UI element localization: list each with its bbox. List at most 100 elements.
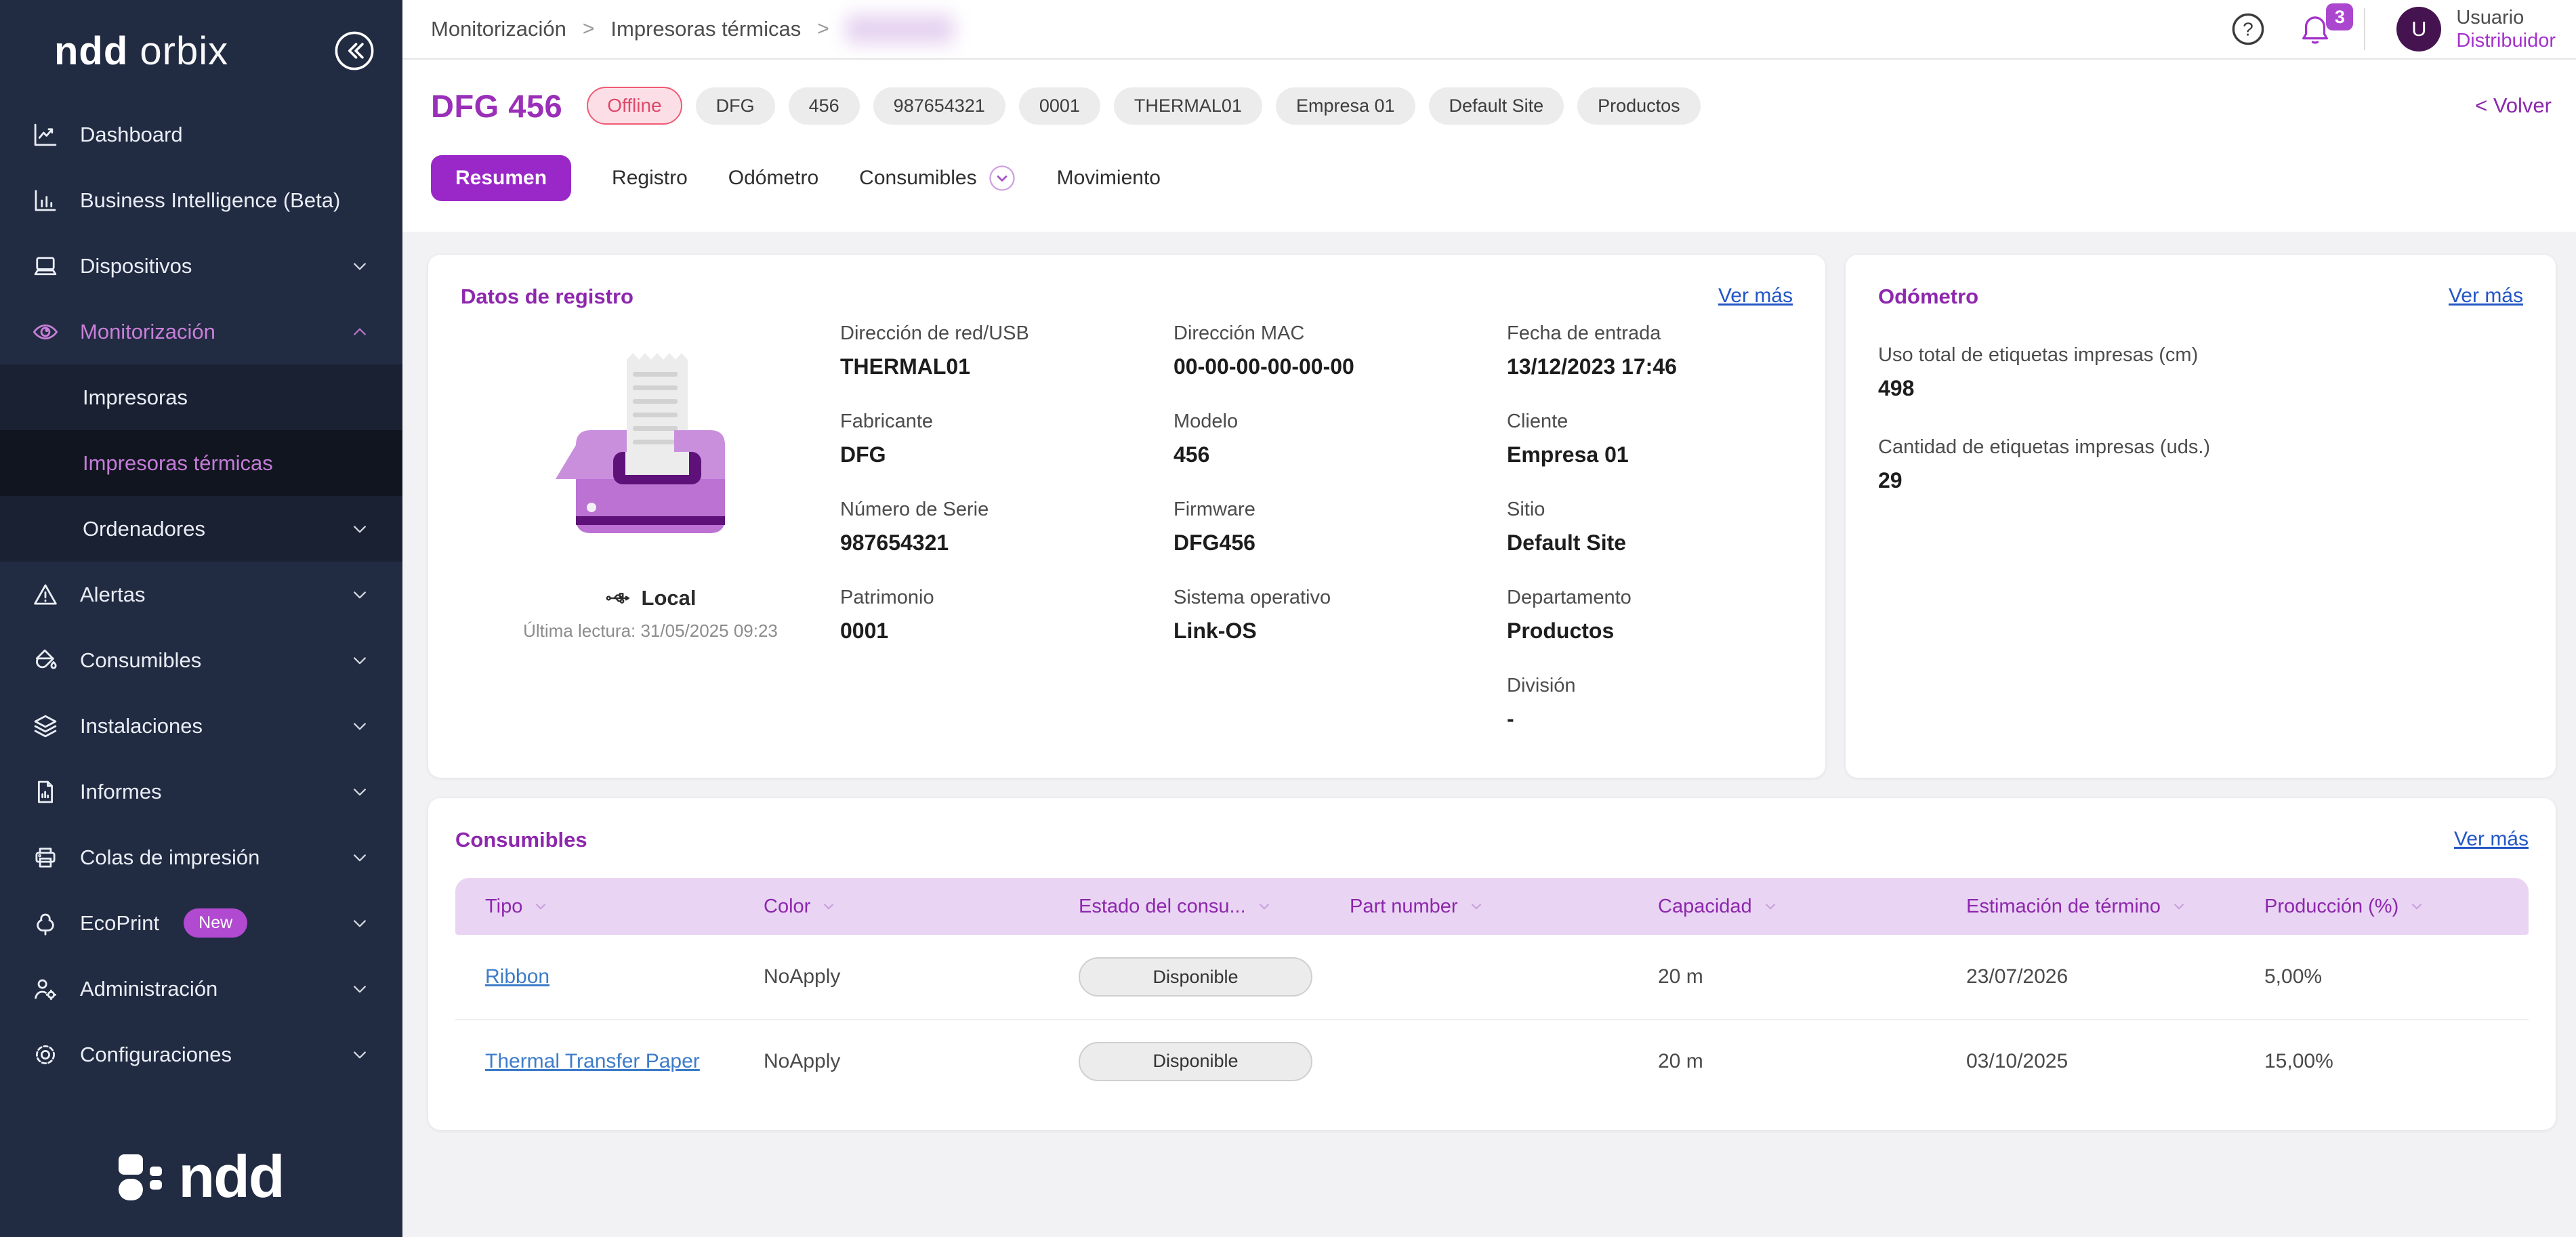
connection-row: Local [605,585,697,611]
field-value: DFG [840,442,886,467]
sort-chevron-icon [820,898,837,915]
cell-color: NoApply [764,965,841,988]
cell-capacidad: 20 m [1658,965,1703,988]
help-button[interactable]: ? [2230,11,2266,47]
card-title: Odómetro [1878,285,1979,308]
sidebar-item-dispositivos[interactable]: Dispositivos [0,233,402,299]
topbar-divider [2364,8,2366,50]
device-header: DFG 456 Offline DFG 456 987654321 0001 T… [402,60,2576,232]
chevron-down-icon [348,518,371,541]
field-sistema-operativo: Sistema operativo Link-OS [1173,587,1459,644]
column-header-estado[interactable]: Estado del consu... [1079,896,1350,918]
registro-ver-mas-link[interactable]: Ver más [1718,285,1793,308]
sidebar-item-instalaciones[interactable]: Instalaciones [0,693,402,759]
column-header-produccion[interactable]: Producción (%) [2264,896,2529,918]
sidebar-footer-logo: ndd [0,1142,402,1211]
cell-estimacion: 23/07/2026 [1966,965,2069,988]
user-role: Distribuidor [2456,30,2556,51]
dashboard-icon [31,121,60,149]
tab-odometro[interactable]: Odómetro [728,156,818,201]
field-value: DFG456 [1173,530,1255,555]
field-value: 0001 [840,618,889,643]
field-uso-total: Uso total de etiquetas impresas (cm) 498 [1878,344,2523,401]
field-value: 13/12/2023 17:46 [1507,354,1677,379]
field-departamento: Departamento Productos [1507,587,1793,644]
sidebar-item-administracion[interactable]: Administración [0,956,402,1022]
registro-column-3: Fecha de entrada 13/12/2023 17:46 Client… [1507,322,1793,763]
laptop-icon [31,252,60,280]
sort-chevron-icon [2170,898,2188,915]
logo-light: orbix [140,28,229,73]
consumible-link-ribbon[interactable]: Ribbon [485,965,549,988]
last-read-timestamp: Última lectura: 31/05/2025 09:23 [523,621,778,641]
breadcrumb-impresoras-termicas[interactable]: Impresoras térmicas [610,17,801,41]
sidebar-item-business-intelligence[interactable]: Business Intelligence (Beta) [0,167,402,233]
sidebar-collapse-button[interactable] [333,30,375,72]
sidebar-item-configuraciones[interactable]: Configuraciones [0,1022,402,1087]
sidebar-item-impresoras-termicas[interactable]: Impresoras térmicas [0,430,402,496]
volver-link[interactable]: < Volver [2475,93,2552,118]
breadcrumb-monitorizacion[interactable]: Monitorización [431,17,566,41]
field-mac: Dirección MAC 00-00-00-00-00-00 [1173,322,1459,379]
sidebar-item-impresoras[interactable]: Impresoras [0,364,402,430]
tab-dropdown-icon[interactable] [988,164,1016,192]
chevron-down-icon [348,978,371,1001]
logo-bold: ndd [54,28,129,73]
notifications-button[interactable]: 3 [2298,3,2354,48]
field-label: Departamento [1507,587,1632,608]
field-label: Número de Serie [840,499,989,520]
sidebar-item-dashboard[interactable]: Dashboard [0,102,402,167]
breadcrumb-separator: > [817,18,829,40]
sidebar-nav: Dashboard Business Intelligence (Beta) D… [0,102,402,1087]
column-header-estimacion[interactable]: Estimación de término [1966,896,2264,918]
device-tags: DFG 456 987654321 0001 THERMAL01 Empresa… [695,87,1701,125]
field-label: Fabricante [840,411,934,432]
sidebar-item-label: Business Intelligence (Beta) [80,188,341,212]
sidebar-item-ordenadores[interactable]: Ordenadores [0,496,402,562]
tag-cliente: Empresa 01 [1275,87,1415,125]
svg-text:?: ? [2243,18,2254,39]
avatar: U [2396,7,2442,51]
field-label: Cliente [1507,411,1569,432]
collapse-chevrons-icon [335,31,374,70]
estado-badge-disponible: Disponible [1079,957,1312,997]
user-menu[interactable]: U Usuario Distribuidor [2396,6,2556,52]
gear-icon [31,1041,60,1069]
field-label: Firmware [1173,499,1255,520]
sidebar-item-monitorizacion[interactable]: Monitorización [0,299,402,364]
column-header-capacidad[interactable]: Capacidad [1658,896,1966,918]
consumibles-ver-mas-link[interactable]: Ver más [2454,828,2529,851]
tab-consumibles[interactable]: Consumibles [859,153,1016,203]
chevron-up-icon [348,320,371,343]
sort-chevron-icon [2408,898,2426,915]
tab-resumen[interactable]: Resumen [431,155,572,201]
consumible-link-thermal-paper[interactable]: Thermal Transfer Paper [485,1050,700,1072]
sort-chevron-icon [1762,898,1779,915]
question-mark-icon: ? [2232,13,2264,45]
field-value: 498 [1878,376,1915,400]
odometro-ver-mas-link[interactable]: Ver más [2449,285,2523,308]
sidebar-item-alertas[interactable]: Alertas [0,562,402,627]
sidebar-item-label: Administración [80,976,218,1001]
layers-icon [31,712,60,740]
table-row: Thermal Transfer Paper NoApply Disponibl… [455,1019,2529,1103]
field-label: División [1507,675,1576,696]
sidebar-item-informes[interactable]: Informes [0,759,402,824]
column-header-part-number[interactable]: Part number [1350,896,1658,918]
column-header-tipo[interactable]: Tipo [455,896,764,918]
field-division: División - [1507,675,1793,732]
tab-registro[interactable]: Registro [612,156,688,201]
tab-movimiento[interactable]: Movimiento [1057,156,1161,201]
printer-illustration-block: Local Última lectura: 31/05/2025 09:23 [461,314,840,763]
printer-icon [31,843,60,872]
eye-icon [31,318,60,346]
sidebar-item-colas-impresion[interactable]: Colas de impresión [0,824,402,890]
chevron-down-icon [348,583,371,606]
column-header-color[interactable]: Color [764,896,1079,918]
connection-type: Local [641,586,697,610]
sidebar-item-consumibles[interactable]: Consumibles [0,627,402,693]
sidebar-item-ecoprint[interactable]: EcoPrint New [0,890,402,956]
tag-fabricante: DFG [695,87,775,125]
consumibles-card: Consumibles Ver más Tipo Color Estado de… [428,798,2556,1130]
field-value: 987654321 [840,530,949,555]
